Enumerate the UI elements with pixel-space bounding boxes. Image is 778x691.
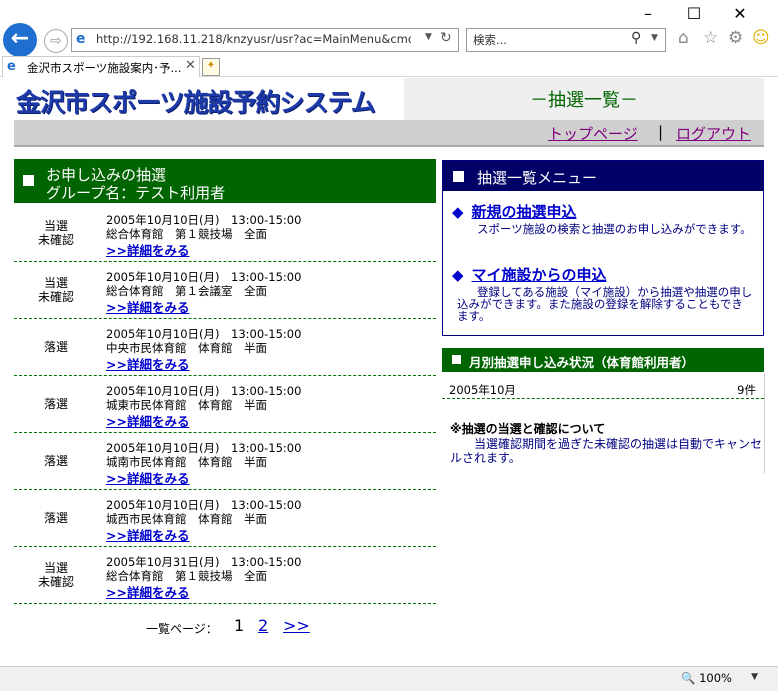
lottery-row: 当選 未確認 2005年10月10日(月) 13:00-15:00 総合体育館 第１会…: [14, 262, 436, 319]
forward-icon[interactable]: ⇨: [44, 29, 68, 53]
address-url[interactable]: http://192.168.11.218/knzyusr/usr?ac=Mai…: [96, 32, 411, 46]
monthly-status-title: 月別抽選申し込み状況（体育館利用者）: [469, 355, 695, 370]
lottery-row: 落選 2005年10月10日(月) 13:00-15:00 城南市民体育館 体育館 …: [14, 433, 436, 490]
lottery-status: 落選: [14, 397, 98, 411]
note-body: 当選確認期間を過ぎた未確認の抽選は自動でキャンセルされます。: [450, 437, 763, 465]
lottery-row: 落選 2005年10月10日(月) 13:00-15:00 城西市民体育館 体育館 …: [14, 490, 436, 547]
ie-icon: e: [76, 31, 86, 47]
new-lottery-label[interactable]: 新規の抽選申込: [472, 203, 577, 221]
lottery-list: 当選 未確認 2005年10月10日(月) 13:00-15:00 総合体育館 第１競…: [14, 205, 436, 604]
divider: [764, 373, 765, 473]
lottery-status-line: 当選: [43, 219, 68, 233]
lottery-row: 落選 2005年10月10日(月) 13:00-15:00 中央市民体育館 体育館 …: [14, 319, 436, 376]
lottery-row: 当選 未確認 2005年10月10日(月) 13:00-15:00 総合体育館 第１競…: [14, 205, 436, 262]
lottery-status-line: 当選: [43, 561, 68, 575]
browser-tab[interactable]: e 金沢市スポーツ施設案内･予... ✕: [2, 56, 200, 77]
monthly-status-header: 月別抽選申し込み状況（体育館利用者）: [442, 348, 764, 372]
lottery-status-line: 未確認: [37, 233, 74, 247]
detail-link[interactable]: >>詳細をみる: [106, 240, 189, 259]
page-title: －抽選一覧－: [530, 90, 638, 111]
browser-statusbar: 🔍 100% ▼: [0, 666, 778, 691]
status-count: 9件: [737, 383, 756, 397]
settings-icon[interactable]: ⚙: [728, 28, 743, 48]
lottery-menu-header: 抽選一覧メニュー: [443, 161, 763, 191]
smiley-icon[interactable]: ☺: [752, 28, 770, 48]
pager-page-2[interactable]: 2: [258, 616, 268, 635]
square-icon: [453, 171, 464, 182]
address-bar[interactable]: e http://192.168.11.218/knzyusr/usr?ac=M…: [71, 28, 459, 52]
close-icon[interactable]: ✕: [730, 4, 750, 24]
maximize-icon[interactable]: ☐: [684, 4, 704, 24]
detail-link[interactable]: >>詳細をみる: [106, 525, 189, 544]
address-dropdown-icon[interactable]: ▼: [425, 32, 432, 42]
top-page-link[interactable]: トップページ: [548, 123, 638, 144]
status-month: 2005年10月: [449, 383, 516, 397]
new-tab-icon[interactable]: ✦: [202, 58, 220, 76]
zoom-level[interactable]: 🔍 100%: [681, 671, 732, 685]
search-dropdown-icon[interactable]: ▼: [651, 33, 658, 43]
new-lottery-link[interactable]: ◆ 新規の抽選申込: [452, 201, 577, 222]
lottery-status-line: 当選: [43, 276, 68, 290]
detail-link[interactable]: >>詳細をみる: [106, 582, 189, 601]
lottery-status: 当選 未確認: [14, 561, 98, 589]
diamond-icon: ◆: [452, 266, 464, 284]
detail-link[interactable]: >>詳細をみる: [106, 468, 189, 487]
search-icon[interactable]: ⚲: [631, 30, 641, 46]
minimize-icon[interactable]: –: [638, 4, 658, 24]
top-navigation: トップページ | ログアウト: [14, 120, 764, 147]
detail-link[interactable]: >>詳細をみる: [106, 354, 189, 373]
lottery-status: 落選: [14, 511, 98, 525]
monthly-status: 月別抽選申し込み状況（体育館利用者） 2005年10月 9件: [442, 348, 764, 399]
lottery-status-line: 落選: [43, 454, 68, 468]
logo-text: 金沢市スポーツ施設予約システム: [16, 88, 376, 117]
home-icon[interactable]: ⌂: [678, 28, 689, 48]
site-header: 金沢市スポーツ施設予約システム －抽選一覧－: [14, 78, 764, 120]
browser-navbar: ← ⇨ e http://192.168.11.218/knzyusr/usr?…: [0, 22, 778, 57]
search-box[interactable]: 検索... ⚲ ▼: [466, 28, 666, 52]
square-icon: [452, 355, 461, 364]
diamond-icon: ◆: [452, 203, 464, 221]
back-icon[interactable]: ←: [3, 23, 37, 57]
lottery-list-header: お申し込みの抽選 グループ名：テスト利用者: [14, 159, 436, 203]
lottery-row: 落選 2005年10月10日(月) 13:00-15:00 城東市民体育館 体育館 …: [14, 376, 436, 433]
tab-bar: e 金沢市スポーツ施設案内･予... ✕ ✦: [0, 56, 778, 77]
lottery-status-line: 未確認: [37, 575, 74, 589]
pager-next[interactable]: >>: [283, 616, 310, 635]
pager-label: 一覧ページ：: [146, 622, 218, 636]
detail-link[interactable]: >>詳細をみる: [106, 297, 189, 316]
my-facility-label[interactable]: マイ施設からの申込: [472, 266, 607, 284]
my-facility-desc: 登録してある施設（マイ施設）から抽選や抽選の申し込みができます。また施設の登録を…: [457, 285, 753, 323]
note-title: ※抽選の当選と確認について: [450, 422, 606, 436]
lottery-status: 落選: [14, 340, 98, 354]
lottery-menu: 抽選一覧メニュー ◆ 新規の抽選申込 スポーツ施設の検索と抽選のお申し込みができま…: [442, 160, 764, 336]
detail-link[interactable]: >>詳細をみる: [106, 411, 189, 430]
favorites-icon[interactable]: ☆: [703, 28, 718, 48]
site-logo[interactable]: 金沢市スポーツ施設予約システム: [14, 78, 404, 120]
page-heading-box: －抽選一覧－: [404, 78, 764, 120]
tab-title: 金沢市スポーツ施設案内･予...: [27, 61, 182, 75]
lottery-status: 当選 未確認: [14, 276, 98, 304]
group-name: グループ名：テスト利用者: [46, 184, 226, 202]
nav-separator: |: [658, 123, 664, 141]
lottery-status: 落選: [14, 454, 98, 468]
search-input[interactable]: 検索...: [473, 32, 507, 48]
lottery-status-line: 落選: [43, 340, 68, 354]
refresh-icon[interactable]: ↻: [440, 30, 452, 46]
new-lottery-desc: スポーツ施設の検索と抽選のお申し込みができます。: [477, 222, 752, 236]
lottery-row: 当選 未確認 2005年10月31日(月) 13:00-15:00 総合体育館 第１競…: [14, 547, 436, 604]
lottery-status-line: 落選: [43, 511, 68, 525]
tab-close-icon[interactable]: ✕: [185, 58, 196, 73]
logout-link[interactable]: ログアウト: [676, 123, 751, 144]
lottery-status-line: 落選: [43, 397, 68, 411]
lottery-menu-title: 抽選一覧メニュー: [477, 169, 598, 187]
ie-tab-icon: e: [7, 59, 16, 74]
my-facility-link[interactable]: ◆ マイ施設からの申込: [452, 264, 607, 285]
pager-current-page: 1: [234, 616, 245, 635]
square-icon: [23, 175, 34, 186]
zoom-value: 100%: [699, 671, 732, 685]
zoom-dropdown-icon[interactable]: ▼: [751, 672, 758, 682]
monthly-status-row: 2005年10月 9件: [442, 372, 764, 399]
lottery-status-line: 未確認: [37, 290, 74, 304]
lottery-status: 当選 未確認: [14, 219, 98, 247]
